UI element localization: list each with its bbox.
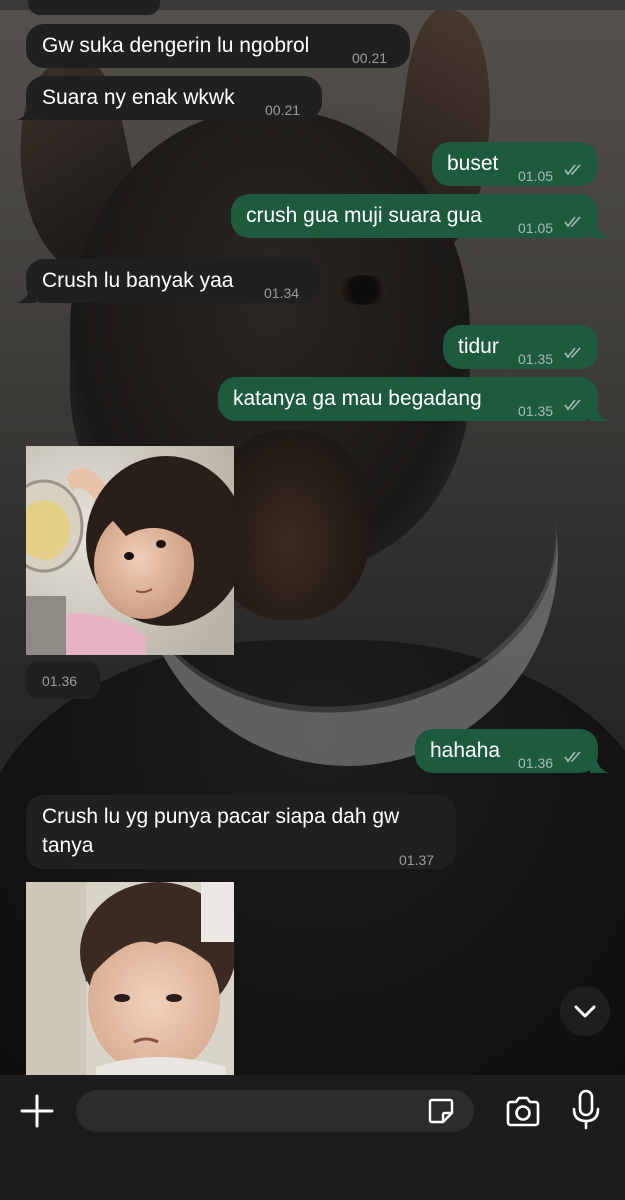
double-check-icon — [564, 751, 581, 763]
message-text: tidur — [458, 335, 499, 358]
message-time: 01.05 — [518, 168, 554, 184]
message-input[interactable] — [76, 1090, 474, 1132]
bubble-tail — [590, 222, 610, 238]
microphone-button[interactable] — [568, 1088, 604, 1132]
sticker-button[interactable] — [426, 1096, 456, 1126]
chat-screen: Gw suka dengerin lu ngobrol 00.21 Suara … — [0, 0, 625, 1200]
plus-icon — [20, 1094, 54, 1128]
message-outgoing[interactable]: katanya ga mau begadang 01.35 — [218, 377, 598, 421]
message-text: crush gua muji suara gua — [246, 204, 482, 227]
message-time: 00.21 — [265, 102, 301, 118]
message-time: 01.37 — [399, 852, 435, 868]
message-text: hahaha — [430, 739, 501, 762]
message-time: 00.21 — [352, 50, 388, 66]
message-time: 01.36 — [518, 755, 554, 771]
message-outgoing[interactable]: tidur 01.35 — [443, 325, 598, 369]
message-time: 01.34 — [264, 285, 300, 301]
wallpaper-dog-eye — [338, 275, 388, 305]
camera-icon — [506, 1096, 540, 1127]
message-incoming[interactable]: Suara ny enak wkwk 00.21 — [26, 76, 322, 120]
message-text-line: tanya — [42, 834, 94, 857]
message-time: 01.36 — [42, 673, 78, 689]
message-incoming[interactable]: Crush lu banyak yaa 01.34 — [26, 259, 321, 303]
message-incoming[interactable]: Crush lu yg punya pacar siapa dah gw tan… — [26, 795, 456, 869]
double-check-icon — [564, 216, 581, 228]
message-time: 01.05 — [518, 220, 554, 236]
double-check-icon — [564, 347, 581, 359]
chevron-down-icon — [574, 1005, 596, 1018]
bubble-tail — [590, 405, 610, 421]
bubble-tail — [16, 104, 36, 120]
bubble-tail — [16, 287, 36, 303]
microphone-icon — [572, 1089, 600, 1130]
photo-message[interactable] — [26, 446, 234, 655]
message-outgoing[interactable]: buset 01.05 — [432, 142, 598, 186]
message-composer — [0, 1075, 625, 1200]
message-time: 01.35 — [518, 403, 554, 419]
message-text: katanya ga mau begadang — [233, 387, 482, 410]
message-text: Crush lu banyak yaa — [42, 269, 234, 292]
bubble-tail — [590, 757, 610, 773]
message-text-line: Crush lu yg punya pacar siapa dah gw — [42, 805, 400, 828]
message-text: Suara ny enak wkwk — [42, 86, 235, 109]
scroll-to-bottom-button[interactable] — [560, 986, 610, 1036]
double-check-icon — [564, 399, 581, 411]
attach-button[interactable] — [18, 1092, 56, 1130]
message-text: buset — [447, 152, 499, 175]
photo-image — [26, 882, 234, 1075]
message-incoming[interactable]: Gw suka dengerin lu ngobrol 00.21 — [26, 24, 410, 68]
message-time: 01.35 — [518, 351, 554, 367]
message-outgoing[interactable]: crush gua muji suara gua 01.05 — [231, 194, 598, 238]
sticker-icon — [428, 1098, 454, 1124]
camera-button[interactable] — [503, 1092, 543, 1132]
message-text: Gw suka dengerin lu ngobrol — [42, 34, 310, 57]
photo-image — [26, 446, 234, 655]
message-outgoing[interactable]: hahaha 01.36 — [415, 729, 598, 773]
photo-message[interactable] — [26, 882, 234, 1075]
double-check-icon — [564, 164, 581, 176]
photo-timestamp: 01.36 — [26, 661, 100, 699]
partial-message-bubble — [28, 0, 160, 15]
